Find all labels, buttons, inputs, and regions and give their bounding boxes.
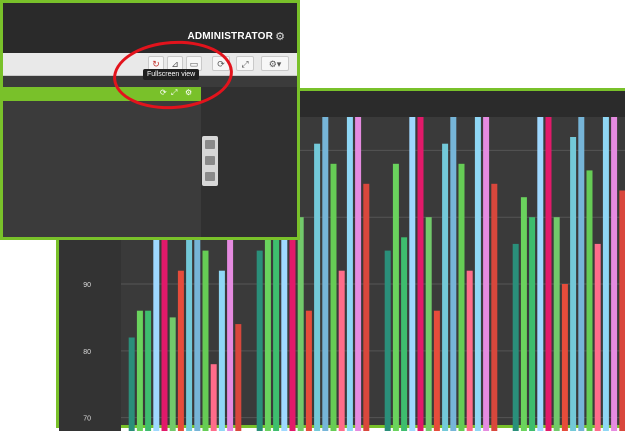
y-tick-label: 70 [83,416,91,423]
chart-bar[interactable] [595,244,601,431]
chart-bar[interactable] [203,251,209,431]
chart-bar[interactable] [546,117,552,431]
chart-bar[interactable] [587,170,593,431]
chart-bar[interactable] [363,184,369,431]
chart-bar[interactable] [434,311,440,431]
chart-bar[interactable] [554,217,560,431]
y-tick-label: 90 [83,282,91,289]
chart-bar[interactable] [322,117,328,431]
chart-bar[interactable] [331,164,337,431]
chart-bar[interactable] [298,217,304,431]
chart-bar[interactable] [257,251,263,431]
chart-bar[interactable] [475,117,481,431]
chart-bar[interactable] [235,324,241,431]
chart-bar[interactable] [385,251,391,431]
chart-bar[interactable] [178,271,184,431]
chart-bar[interactable] [578,117,584,431]
chart-bar[interactable] [314,144,320,431]
chart-bar[interactable] [426,217,432,431]
chart-bar[interactable] [339,271,345,431]
chart-bar[interactable] [170,317,176,431]
user-settings-icon[interactable]: ⚙ [275,30,285,43]
chart-bar[interactable] [418,117,424,431]
chart-bar[interactable] [186,231,192,431]
chart-bar[interactable] [491,184,497,431]
document-icon[interactable] [205,140,215,149]
chart-bar[interactable] [467,271,473,431]
chart-bar[interactable] [570,137,576,431]
chart-bar[interactable] [513,244,519,431]
chart-bar[interactable] [227,237,233,431]
chart-bar[interactable] [521,197,527,431]
chart-bar[interactable] [219,271,225,431]
chart-bar[interactable] [347,117,353,431]
chart-bar[interactable] [145,311,151,431]
monitor-icon[interactable] [205,156,215,165]
fullscreen-icon[interactable]: ⤢ [236,56,254,71]
chart-bar[interactable] [393,164,399,431]
chart-bar[interactable] [306,311,312,431]
chart-bar[interactable] [355,117,361,431]
chart-bar[interactable] [273,237,279,431]
chart-bar[interactable] [529,217,535,431]
chart-bar[interactable] [459,164,465,431]
chart-bar[interactable] [129,338,135,431]
chart-bar[interactable] [537,117,543,431]
chart-bar[interactable] [153,211,159,431]
side-dock [202,136,218,186]
chart-bar[interactable] [211,364,217,431]
chart-bar[interactable] [562,284,568,431]
chart-bar[interactable] [619,191,625,431]
chart-bar[interactable] [483,117,489,431]
y-tick-label: 80 [83,349,91,356]
user-role-label: ADMINISTRATOR [187,31,273,42]
chart-bar[interactable] [137,311,143,431]
chart-bar[interactable] [442,144,448,431]
dashboard-panel: ADMINISTRATOR ⚙ ↻ ⊿ ▭ ⟳ ⤢ ⚙▾ Fullscreen … [0,0,300,240]
chart-bar[interactable] [603,117,609,431]
chart-bar[interactable] [450,117,456,431]
gear-menu-icon[interactable]: ⚙▾ [261,56,289,71]
list-icon[interactable] [205,172,215,181]
chart-bar[interactable] [194,224,200,431]
chart-bar[interactable] [611,117,617,431]
chart-bar[interactable] [401,237,407,431]
chart-bar[interactable] [409,117,415,431]
